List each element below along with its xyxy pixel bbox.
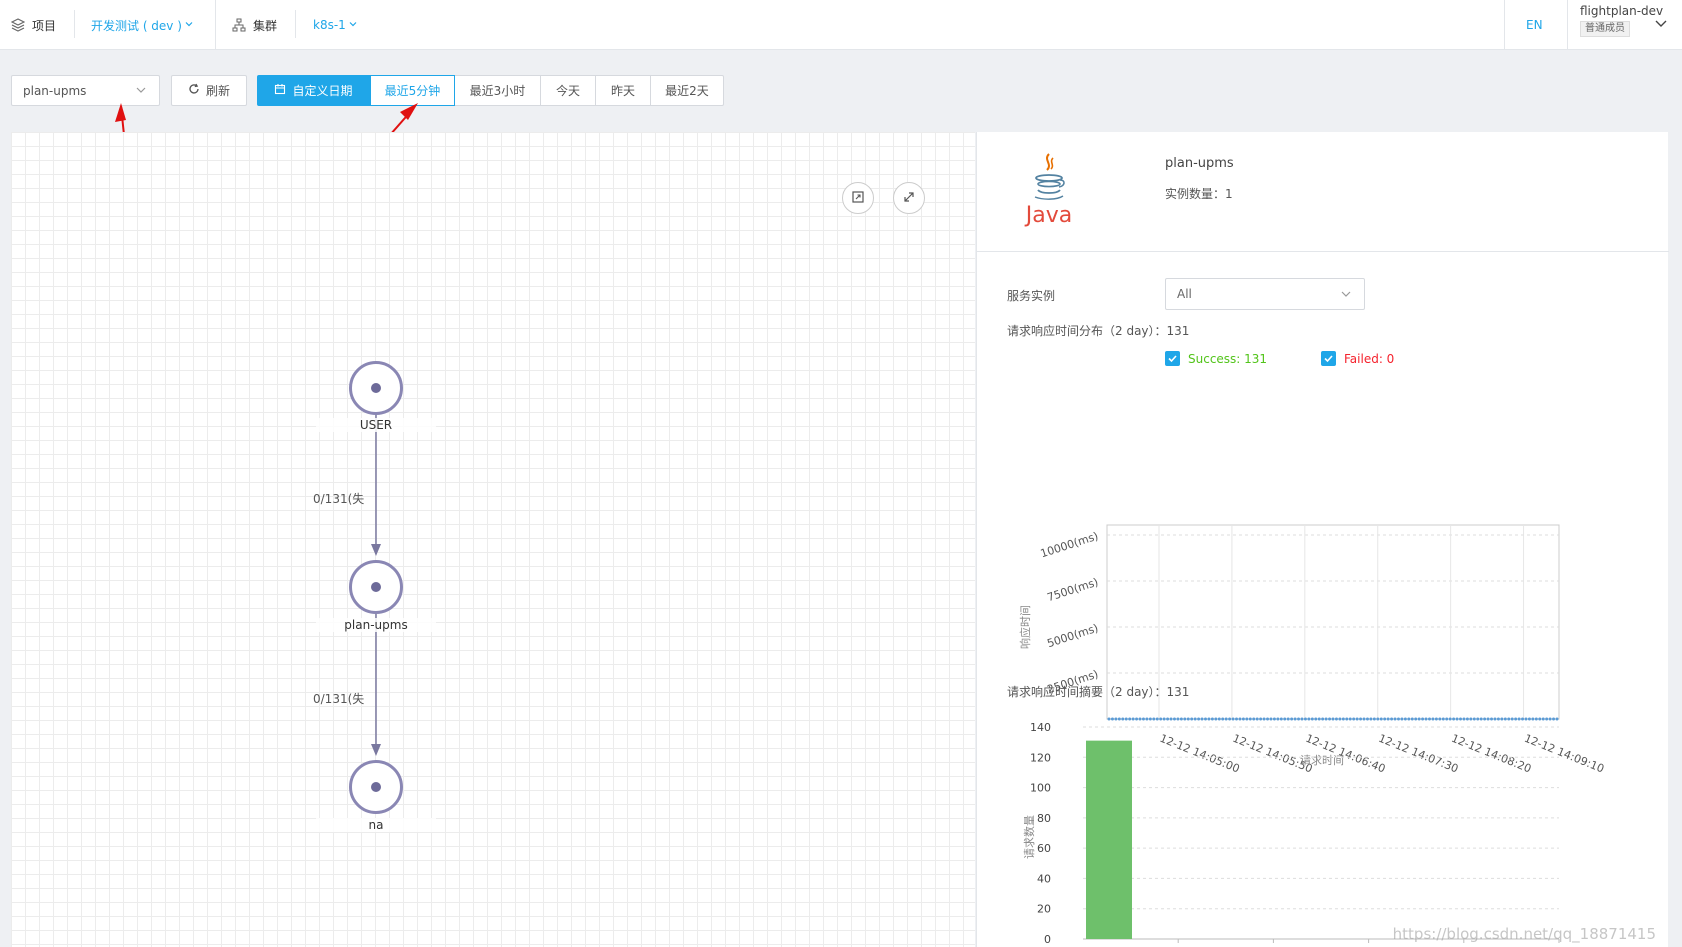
service-detail-panel: Java plan-upms 实例数量：1 服务实例 All 请求响应时间分布（… [976,132,1669,947]
bar [1086,740,1132,939]
watermark: https://blog.csdn.net/qq_18871415 [1392,925,1656,943]
y-tick-label: 60 [1037,842,1051,855]
checkbox-checked-icon [1321,351,1336,366]
edge-label: 0/131(失 [313,492,365,506]
instance-label: 服务实例 [1007,289,1056,303]
red-arrow-head [115,103,126,122]
topology-node-user[interactable] [349,361,403,415]
topology-edges [371,413,381,756]
service-name: plan-upms [1165,156,1234,171]
summary-title: 请求响应时间摘要（2 day）：131 [1007,685,1190,699]
instance-count: 实例数量：1 [1165,187,1233,201]
red-arrow-head [400,103,418,120]
topology-canvas[interactable]: USER 0/131(失 plan-upms 0/131(失 na [11,132,975,947]
instance-select-value: All [1177,287,1192,301]
java-cup-icon [1034,153,1065,200]
y-tick-label: 120 [1030,751,1051,764]
y-tick-label: 0 [1044,933,1051,946]
y-tick-label: 5000(ms) [1045,621,1099,650]
topology-node-na[interactable] [349,760,403,814]
edge-arrow [371,744,381,756]
response-summary-bar-chart: 0 20 40 60 80 100 120 140 请求数量 [1023,721,1560,946]
y-axis-label: 请求数量 [1023,815,1036,859]
edge-arrow [371,544,381,556]
y-axis-label: 响应时间 [1018,605,1032,649]
edge-label: 0/131(失 [313,692,365,706]
y-tick-label: 10000(ms) [1039,529,1100,560]
instance-select[interactable]: All [1165,278,1365,310]
java-logo: Java [1019,152,1079,228]
success-checkbox[interactable]: Success: 131 [1165,351,1267,366]
distribution-title: 请求响应时间分布（2 day）：131 [1007,324,1190,338]
chevron-down-icon [1340,288,1352,303]
failed-checkbox[interactable]: Failed: 0 [1321,351,1394,366]
topology-node-plan-upms[interactable] [349,560,403,614]
failed-label: Failed: 0 [1344,351,1395,366]
y-tick-label: 40 [1037,872,1051,885]
y-tick-label: 20 [1037,903,1051,916]
node-label: USER [316,418,436,432]
checkbox-checked-icon [1165,351,1180,366]
success-label: Success: 131 [1188,351,1268,366]
y-tick-label: 100 [1030,782,1051,795]
node-label: na [316,818,436,832]
y-tick-label: 140 [1030,721,1051,734]
y-tick-label: 7500(ms) [1045,575,1099,604]
node-label: plan-upms [316,618,436,632]
detail-header: Java plan-upms 实例数量：1 [977,132,1669,252]
y-tick-label: 80 [1037,812,1051,825]
java-logo-text: Java [1025,203,1073,228]
